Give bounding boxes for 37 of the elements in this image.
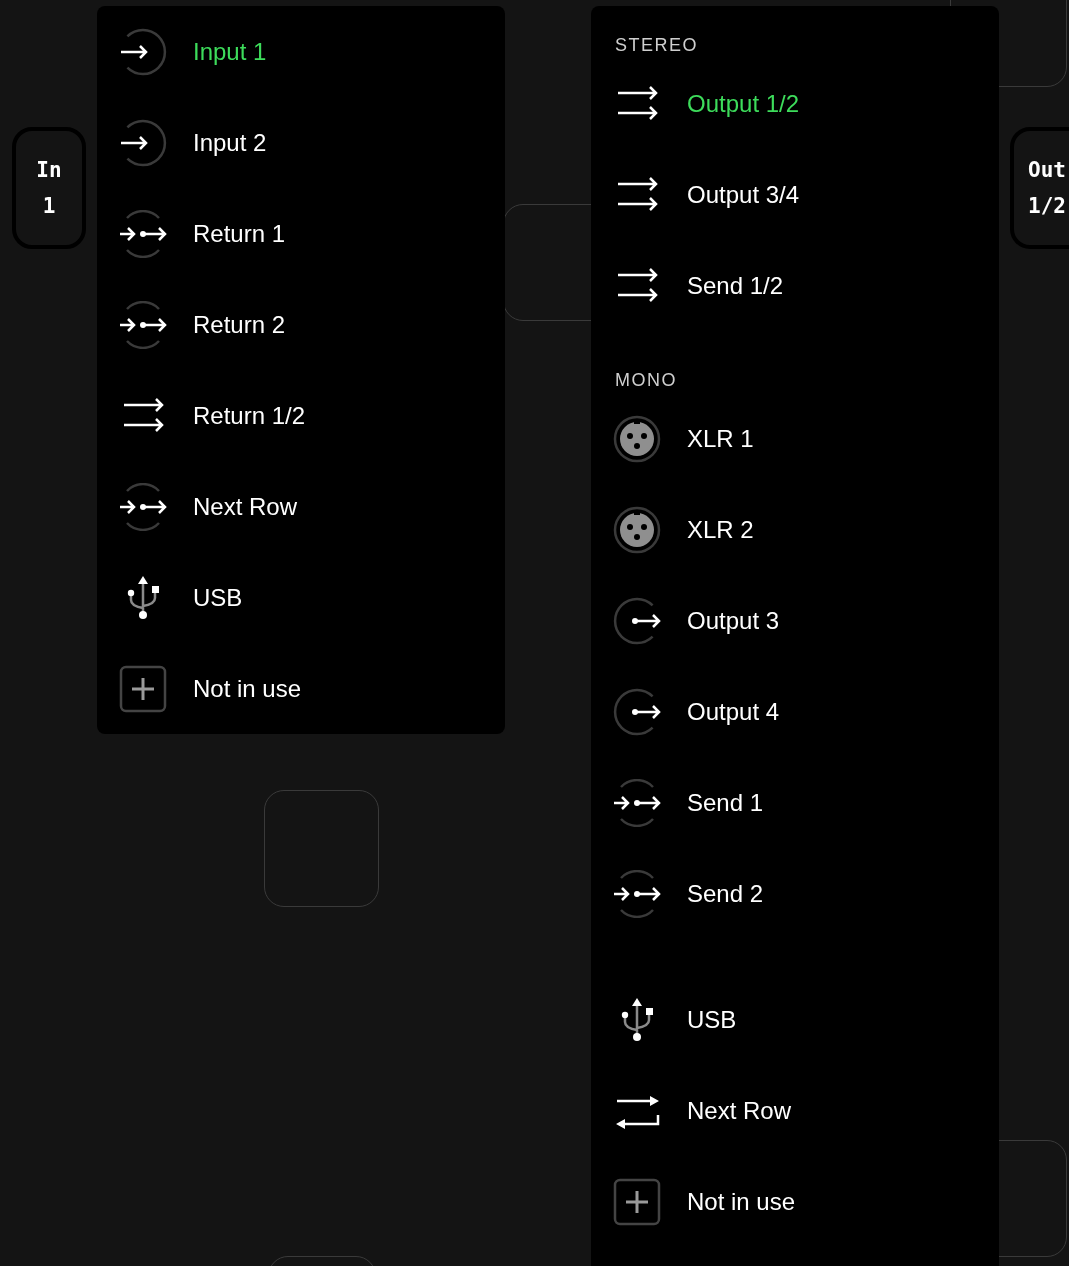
menu-item[interactable]: Return 1 [97,188,505,279]
xlr-connector-icon [613,414,661,463]
section-header: MONO [614,369,678,391]
arrow-through-icon [613,778,661,827]
menu-item[interactable]: XLR 1 [591,393,999,484]
arrow-in-circle-icon [119,27,167,76]
menu-item[interactable]: Send 1 [591,757,999,848]
menu-item[interactable]: USB [591,974,999,1065]
menu-item[interactable]: XLR 2 [591,484,999,575]
menu-item[interactable]: Output 1/2 [591,58,999,149]
menu-item[interactable]: Next Row [591,1065,999,1156]
arrow-through-icon [119,300,167,349]
menu-item[interactable]: Output 4 [591,666,999,757]
plus-icon [613,1177,661,1226]
arrow-out-circle-icon [613,687,661,736]
menu-item[interactable]: USB [97,552,505,643]
menu-item[interactable]: Return 1/2 [97,370,505,461]
xlr-connector-icon [613,505,661,554]
arrow-in-circle-icon [119,118,167,167]
menu-item[interactable]: Output 3/4 [591,149,999,240]
menu-item[interactable]: Output 3 [591,575,999,666]
menu-item[interactable]: Next Row [97,461,505,552]
menu-item[interactable]: Send 2 [591,848,999,939]
menu-item[interactable]: Input 2 [97,97,505,188]
menu-item[interactable]: Send 1/2 [591,240,999,331]
arrow-out-circle-icon [613,596,661,645]
section-header: STEREO [614,34,699,56]
channel-node[interactable]: In 1 [12,127,86,249]
arrow-through-icon [613,869,661,918]
arrow-through-icon [119,482,167,531]
menu-item[interactable]: Not in use [97,643,505,734]
menu-item[interactable]: Not in use [591,1156,999,1247]
channel-node[interactable]: Out 1/2 [1010,127,1069,249]
menu-item[interactable]: Input 1 [97,6,505,97]
menu-item[interactable]: Return 2 [97,279,505,370]
arrow-through-icon [119,209,167,258]
plus-icon [119,664,167,713]
